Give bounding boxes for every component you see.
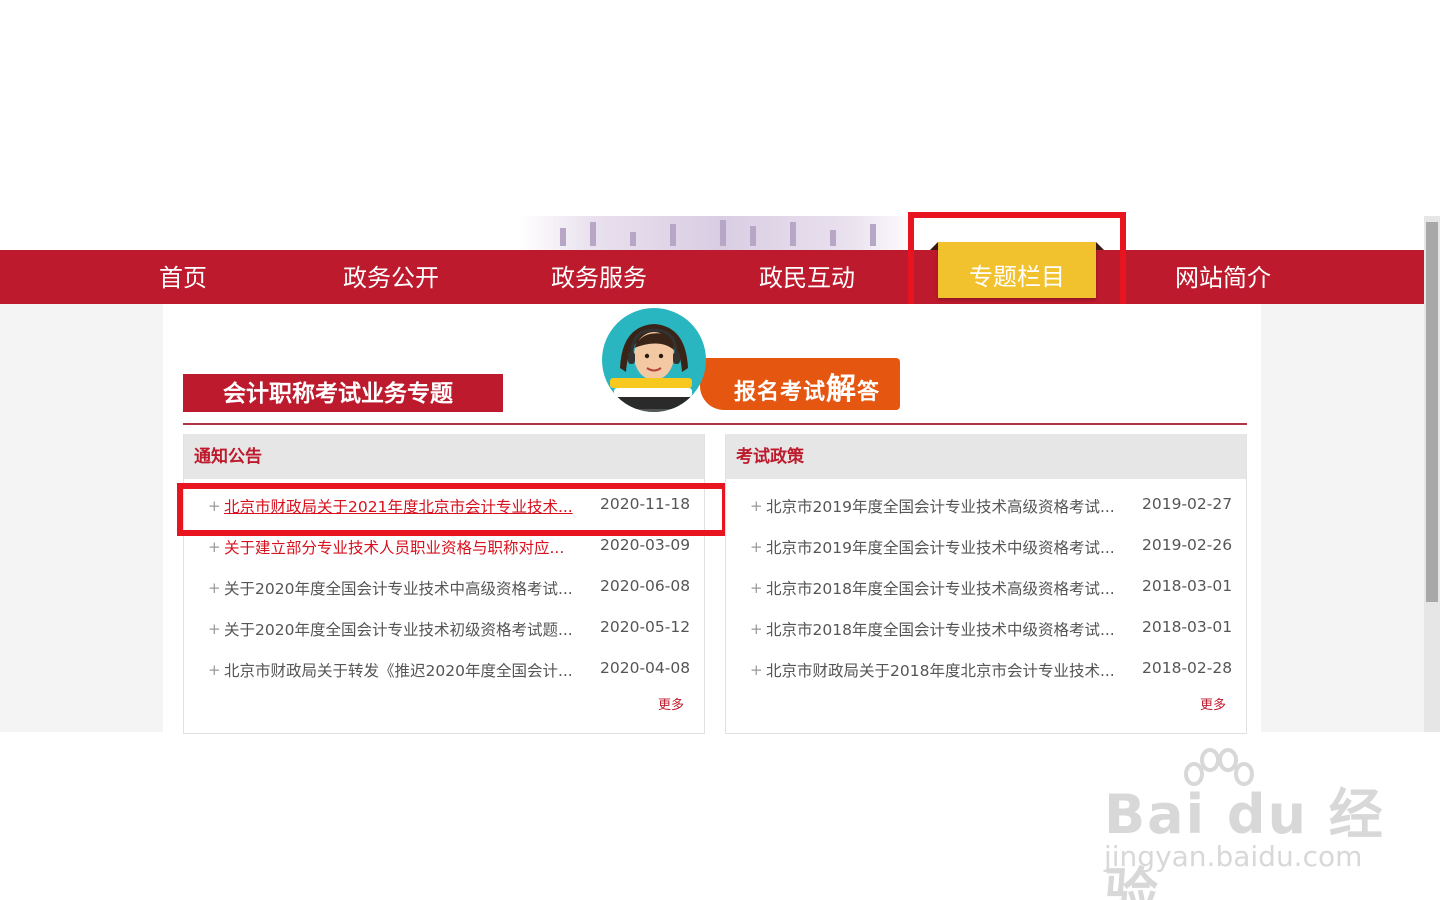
list-item[interactable]: + 北京市财政局关于2018年度北京市会计专业技术... 2018-02-28 xyxy=(726,655,1246,696)
list-item-date: 2019-02-26 xyxy=(1142,536,1233,554)
nav-item-special-topics[interactable]: 专题栏目 xyxy=(930,242,1104,298)
list-item-title[interactable]: 北京市财政局关于2021年度北京市会计专业技术... xyxy=(224,495,582,517)
notices-panel: 通知公告 + 北京市财政局关于2021年度北京市会计专业技术... 2020-11-… xyxy=(183,434,705,734)
nav-item-interaction[interactable]: 政民互动 xyxy=(734,250,880,304)
list-item-title[interactable]: 北京市2018年度全国会计专业技术高级资格考试... xyxy=(766,577,1124,599)
nav-item-government-affairs[interactable]: 政务公开 xyxy=(318,250,464,304)
watermark-url: jingyan.baidu.com xyxy=(1104,840,1363,873)
nav-item-government-services[interactable]: 政务服务 xyxy=(526,250,672,304)
plus-icon: + xyxy=(750,497,763,515)
plus-icon: + xyxy=(750,620,763,638)
topic-title: 会计职称考试业务专题 xyxy=(183,374,503,412)
list-item[interactable]: + 北京市2019年度全国会计专业技术高级资格考试... 2019-02-27 xyxy=(726,491,1246,532)
watermark: Bai du 经验 jingyan.baidu.com xyxy=(1104,770,1440,900)
list-item-title[interactable]: 北京市财政局关于2018年度北京市会计专业技术... xyxy=(766,659,1124,681)
notices-more-link[interactable]: 更多 xyxy=(658,694,684,713)
watermark-brand: Bai du 经验 xyxy=(1104,783,1385,900)
customer-service-avatar-icon xyxy=(602,308,706,412)
list-item[interactable]: + 北京市财政局关于转发《推迟2020年度全国会计... 2020-04-08 xyxy=(184,655,704,696)
list-item[interactable]: + 北京市财政局关于2021年度北京市会计专业技术... 2020-11-18 xyxy=(184,491,704,532)
list-item-title[interactable]: 北京市2019年度全国会计专业技术高级资格考试... xyxy=(766,495,1124,517)
list-item-date: 2019-02-27 xyxy=(1142,495,1233,513)
notices-panel-title: 通知公告 xyxy=(184,434,704,479)
list-item-title[interactable]: 关于建立部分专业技术人员职业资格与职称对应... xyxy=(224,536,582,558)
list-item[interactable]: + 北京市2018年度全国会计专业技术中级资格考试... 2018-03-01 xyxy=(726,614,1246,655)
list-item-title[interactable]: 北京市财政局关于转发《推迟2020年度全国会计... xyxy=(224,659,582,681)
plus-icon: + xyxy=(208,579,221,597)
plus-icon: + xyxy=(208,497,221,515)
list-item-date: 2020-05-12 xyxy=(600,618,691,636)
list-item[interactable]: + 关于2020年度全国会计专业技术中高级资格考试... 2020-06-08 xyxy=(184,573,704,614)
list-item[interactable]: + 关于2020年度全国会计专业技术初级资格考试题... 2020-05-12 xyxy=(184,614,704,655)
policies-panel-title: 考试政策 xyxy=(726,434,1246,479)
list-item-date: 2018-02-28 xyxy=(1142,659,1233,677)
scrollbar-thumb[interactable] xyxy=(1426,222,1438,602)
list-item[interactable]: + 北京市2018年度全国会计专业技术高级资格考试... 2018-03-01 xyxy=(726,573,1246,614)
plus-icon: + xyxy=(750,661,763,679)
list-item-title[interactable]: 北京市2018年度全国会计专业技术中级资格考试... xyxy=(766,618,1124,640)
list-item-date: 2018-03-01 xyxy=(1142,577,1233,595)
plus-icon: + xyxy=(208,538,221,556)
list-item-date: 2020-04-08 xyxy=(600,659,691,677)
plus-icon: + xyxy=(750,538,763,556)
policies-panel: 考试政策 + 北京市2019年度全国会计专业技术高级资格考试... 2019-02-… xyxy=(725,434,1247,734)
plus-icon: + xyxy=(750,579,763,597)
exam-answer-banner[interactable]: 报名考试解答 xyxy=(600,306,902,412)
list-item-title[interactable]: 关于2020年度全国会计专业技术中高级资格考试... xyxy=(224,577,582,599)
topic-divider xyxy=(183,423,1247,425)
list-item-date: 2020-03-09 xyxy=(600,536,691,554)
list-item-title[interactable]: 北京市2019年度全国会计专业技术中级资格考试... xyxy=(766,536,1124,558)
list-item[interactable]: + 北京市2019年度全国会计专业技术中级资格考试... 2019-02-26 xyxy=(726,532,1246,573)
banner-text: 报名考试解答 xyxy=(734,372,881,407)
main-nav: 首页 政务公开 政务服务 政民互动 专题栏目 网站简介 xyxy=(0,242,1424,304)
list-item-date: 2020-06-08 xyxy=(600,577,691,595)
nav-item-home[interactable]: 首页 xyxy=(118,250,248,304)
list-item-title[interactable]: 关于2020年度全国会计专业技术初级资格考试题... xyxy=(224,618,582,640)
nav-item-site-intro[interactable]: 网站简介 xyxy=(1150,250,1296,304)
list-item-date: 2018-03-01 xyxy=(1142,618,1233,636)
policies-more-link[interactable]: 更多 xyxy=(1200,694,1226,713)
list-item[interactable]: + 关于建立部分专业技术人员职业资格与职称对应... 2020-03-09 xyxy=(184,532,704,573)
header-banner-image xyxy=(520,216,920,250)
plus-icon: + xyxy=(208,661,221,679)
plus-icon: + xyxy=(208,620,221,638)
list-item-date: 2020-11-18 xyxy=(600,495,691,513)
